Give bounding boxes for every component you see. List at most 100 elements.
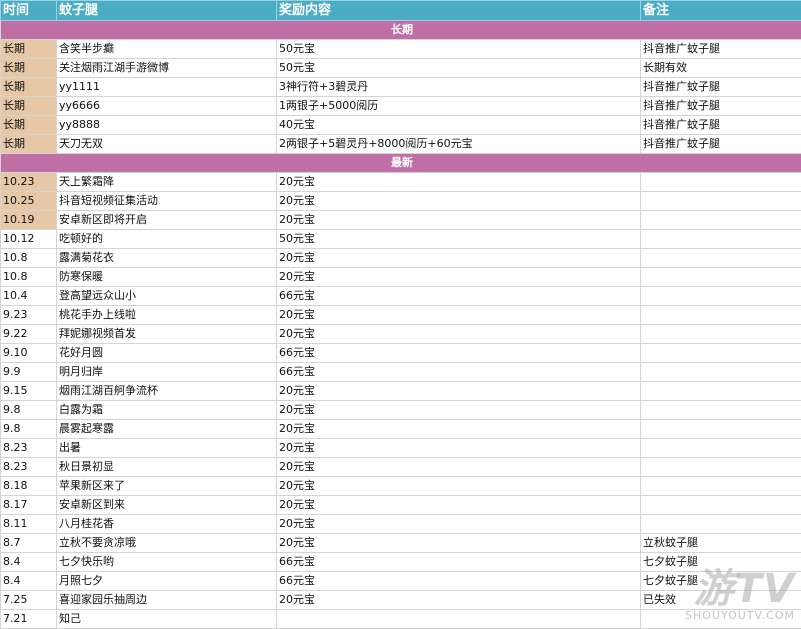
cell-time: 8.18 [1, 477, 57, 496]
table-row: 9.8晨雾起寒露20元宝 [1, 420, 801, 439]
cell-note [641, 401, 801, 420]
cell-reward [277, 610, 641, 629]
cell-reward: 20元宝 [277, 496, 641, 515]
cell-code: 八月桂花香 [57, 515, 277, 534]
reward-code-table: 时间 蚊子腿 奖励内容 备注 长期长期含笑半步癫50元宝抖音推广蚊子腿长期关注烟… [0, 0, 801, 629]
cell-code: 七夕快乐哟 [57, 553, 277, 572]
cell-reward: 66元宝 [277, 287, 641, 306]
cell-time: 8.4 [1, 553, 57, 572]
cell-time: 10.8 [1, 268, 57, 287]
cell-reward: 40元宝 [277, 116, 641, 135]
cell-note [641, 458, 801, 477]
cell-reward: 66元宝 [277, 572, 641, 591]
table-row: 长期yy888840元宝抖音推广蚊子腿 [1, 116, 801, 135]
cell-time: 10.25 [1, 192, 57, 211]
cell-code: 安卓新区到来 [57, 496, 277, 515]
cell-time: 9.23 [1, 306, 57, 325]
cell-code: 喜迎家园乐抽周边 [57, 591, 277, 610]
table-row: 长期关注烟雨江湖手游微博50元宝长期有效 [1, 59, 801, 78]
cell-code: yy6666 [57, 97, 277, 116]
cell-note: 七夕蚊子腿 [641, 553, 801, 572]
cell-reward: 20元宝 [277, 249, 641, 268]
cell-time: 7.25 [1, 591, 57, 610]
cell-reward: 66元宝 [277, 363, 641, 382]
table-row: 10.19安卓新区即将开启20元宝 [1, 211, 801, 230]
table-row: 9.23桃花手办上线啦20元宝 [1, 306, 801, 325]
cell-time: 8.7 [1, 534, 57, 553]
cell-code: 防寒保暖 [57, 268, 277, 287]
cell-time: 9.15 [1, 382, 57, 401]
cell-reward: 2两银子+5碧灵丹+8000阅历+60元宝 [277, 135, 641, 154]
cell-reward: 20元宝 [277, 401, 641, 420]
cell-code: 晨雾起寒露 [57, 420, 277, 439]
cell-time: 8.4 [1, 572, 57, 591]
table-row: 7.21知己 [1, 610, 801, 629]
cell-reward: 20元宝 [277, 211, 641, 230]
cell-note [641, 211, 801, 230]
cell-time: 9.9 [1, 363, 57, 382]
cell-time: 7.21 [1, 610, 57, 629]
table-row: 9.10花好月圆66元宝 [1, 344, 801, 363]
cell-reward: 50元宝 [277, 230, 641, 249]
cell-code: 烟雨江湖百舸争流杯 [57, 382, 277, 401]
table-row: 10.4登高望远众山小66元宝 [1, 287, 801, 306]
table-row: 10.23天上繁霜降20元宝 [1, 173, 801, 192]
cell-note: 七夕蚊子腿 [641, 572, 801, 591]
cell-time: 10.23 [1, 173, 57, 192]
cell-code: 月照七夕 [57, 572, 277, 591]
cell-time: 9.8 [1, 401, 57, 420]
cell-code: 白露为霜 [57, 401, 277, 420]
cell-reward: 50元宝 [277, 40, 641, 59]
table-row: 10.8露满菊花衣20元宝 [1, 249, 801, 268]
cell-code: 安卓新区即将开启 [57, 211, 277, 230]
cell-reward: 20元宝 [277, 591, 641, 610]
table-row: 10.8防寒保暖20元宝 [1, 268, 801, 287]
header-code: 蚊子腿 [57, 1, 277, 21]
cell-time: 长期 [1, 135, 57, 154]
cell-reward: 50元宝 [277, 59, 641, 78]
cell-note [641, 287, 801, 306]
table-row: 8.23秋日景初显20元宝 [1, 458, 801, 477]
cell-note: 抖音推广蚊子腿 [641, 78, 801, 97]
cell-reward: 20元宝 [277, 458, 641, 477]
table-row: 9.15烟雨江湖百舸争流杯20元宝 [1, 382, 801, 401]
cell-reward: 20元宝 [277, 420, 641, 439]
section-title: 最新 [1, 154, 801, 173]
table-row: 8.4月照七夕66元宝七夕蚊子腿 [1, 572, 801, 591]
cell-code: 关注烟雨江湖手游微博 [57, 59, 277, 78]
cell-time: 10.8 [1, 249, 57, 268]
cell-code: 明月归岸 [57, 363, 277, 382]
cell-reward: 20元宝 [277, 325, 641, 344]
cell-note [641, 344, 801, 363]
cell-note [641, 192, 801, 211]
cell-reward: 20元宝 [277, 268, 641, 287]
cell-time: 8.17 [1, 496, 57, 515]
table-row: 9.8白露为霜20元宝 [1, 401, 801, 420]
cell-note [641, 363, 801, 382]
cell-code: 天刀无双 [57, 135, 277, 154]
cell-note: 长期有效 [641, 59, 801, 78]
cell-code: 登高望远众山小 [57, 287, 277, 306]
cell-note [641, 496, 801, 515]
cell-time: 长期 [1, 40, 57, 59]
cell-note [641, 306, 801, 325]
cell-time: 9.8 [1, 420, 57, 439]
table-row: 长期yy11113神行符+3碧灵丹抖音推广蚊子腿 [1, 78, 801, 97]
cell-time: 9.10 [1, 344, 57, 363]
cell-code: 秋日景初显 [57, 458, 277, 477]
table-row: 9.22拜妮娜视频首发20元宝 [1, 325, 801, 344]
cell-time: 8.11 [1, 515, 57, 534]
cell-note [641, 230, 801, 249]
cell-reward: 20元宝 [277, 439, 641, 458]
cell-note [641, 268, 801, 287]
cell-reward: 20元宝 [277, 192, 641, 211]
cell-time: 长期 [1, 97, 57, 116]
table-body: 长期长期含笑半步癫50元宝抖音推广蚊子腿长期关注烟雨江湖手游微博50元宝长期有效… [1, 21, 801, 629]
cell-time: 10.12 [1, 230, 57, 249]
cell-code: 拜妮娜视频首发 [57, 325, 277, 344]
header-time: 时间 [1, 1, 57, 21]
cell-note [641, 173, 801, 192]
cell-time: 长期 [1, 78, 57, 97]
cell-note: 抖音推广蚊子腿 [641, 135, 801, 154]
cell-code: 立秋不要贪凉哦 [57, 534, 277, 553]
